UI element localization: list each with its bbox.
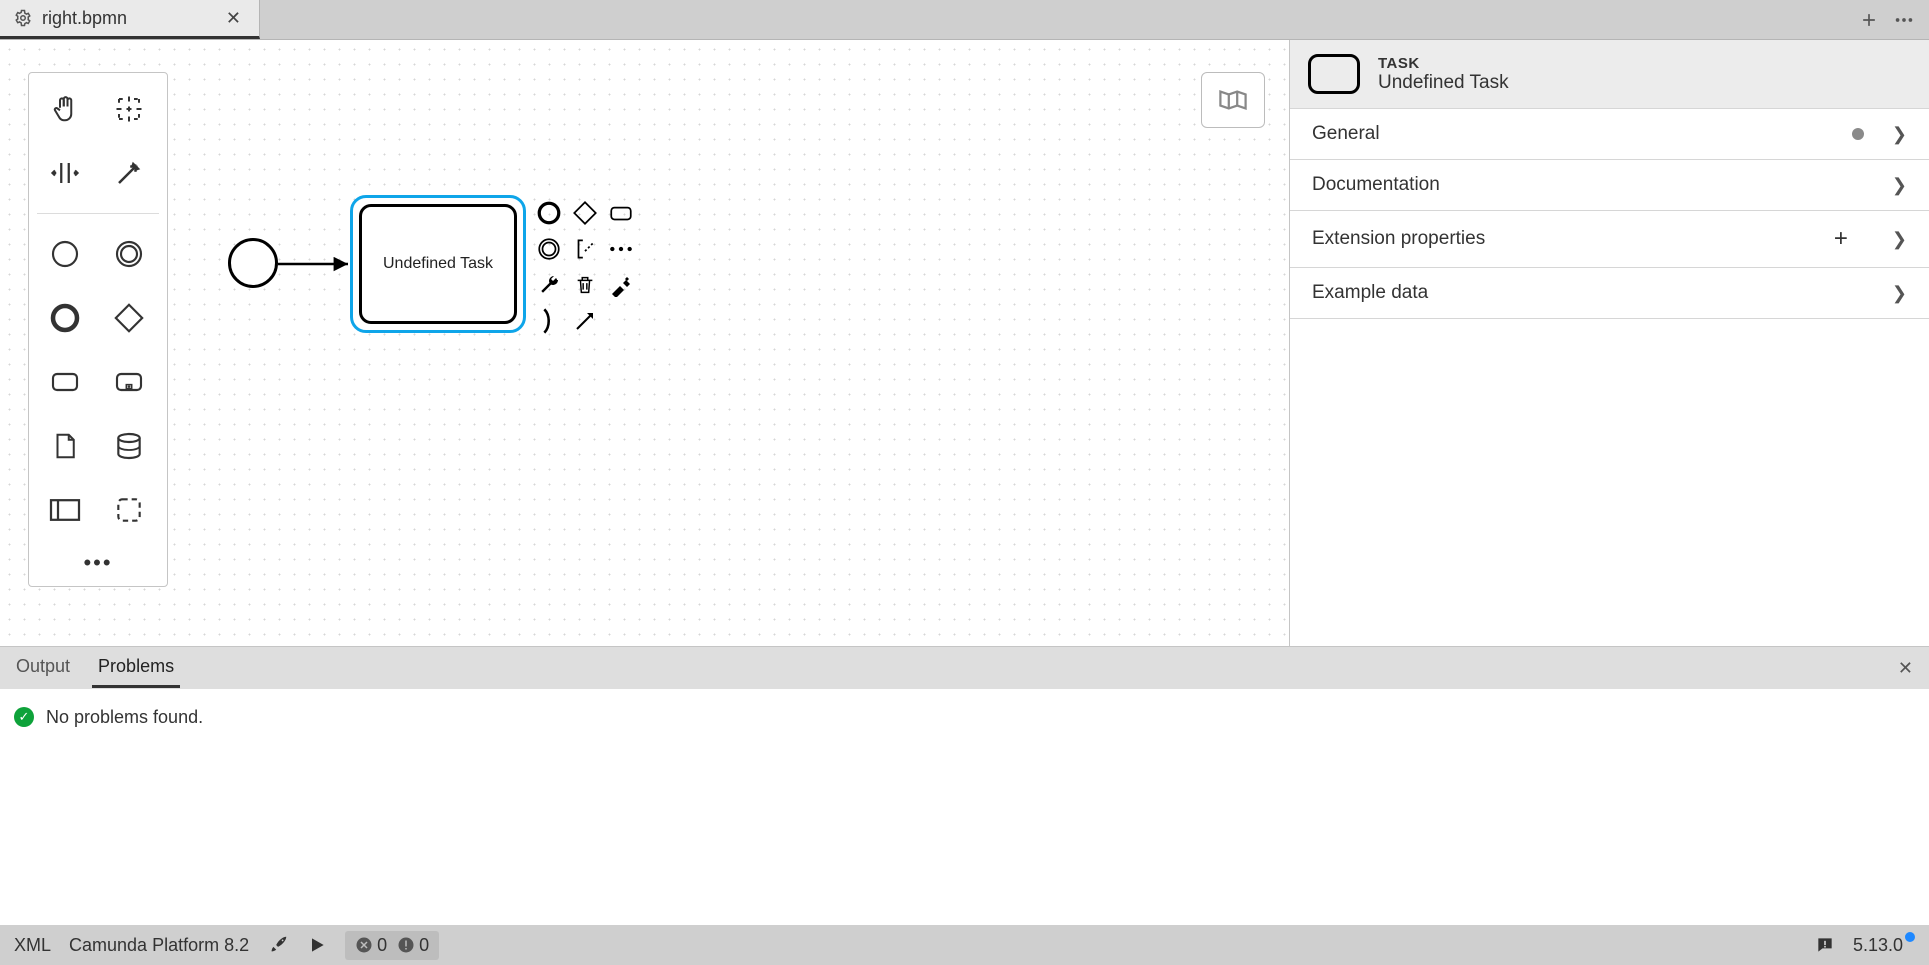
bpmn-task-selected[interactable]: Undefined Task xyxy=(350,195,526,333)
append-intermediate-event[interactable] xyxy=(534,234,564,264)
create-participant[interactable] xyxy=(37,482,93,538)
deploy-rocket-icon[interactable] xyxy=(267,934,289,956)
tab-output[interactable]: Output xyxy=(10,648,76,688)
create-data-store[interactable] xyxy=(101,418,157,474)
new-tab-button[interactable] xyxy=(1859,10,1879,30)
lint-summary[interactable]: 0 0 xyxy=(345,931,439,960)
context-pad xyxy=(534,198,654,336)
tool-palette: ••• xyxy=(28,72,168,587)
problems-list: ✓ No problems found. xyxy=(0,689,1929,925)
append-text-annotation[interactable] xyxy=(570,234,600,264)
context-more-icon[interactable] xyxy=(606,234,636,264)
tab-problems[interactable]: Problems xyxy=(92,648,180,688)
update-available-dot-icon xyxy=(1905,932,1915,942)
warning-count: 0 xyxy=(397,935,429,956)
properties-header: TASK Undefined Task xyxy=(1290,40,1929,109)
chevron-right-icon: ❯ xyxy=(1892,124,1907,145)
create-end-event[interactable] xyxy=(37,290,93,346)
close-tab-button[interactable]: ✕ xyxy=(222,8,245,29)
bottom-tabbar: Output Problems ✕ xyxy=(0,647,1929,689)
feedback-icon[interactable] xyxy=(1815,935,1835,955)
diagram-canvas[interactable]: ••• Undefined Task xyxy=(0,40,1289,646)
create-intermediate-event[interactable] xyxy=(101,226,157,282)
platform-selector[interactable]: Camunda Platform 8.2 xyxy=(69,935,249,956)
create-gateway[interactable] xyxy=(101,290,157,346)
properties-panel: TASK Undefined Task General ❯ Documentat… xyxy=(1289,40,1929,646)
element-name: Undefined Task xyxy=(1378,72,1509,94)
bpmn-start-event[interactable] xyxy=(228,238,278,288)
append-end-event[interactable] xyxy=(534,198,564,228)
close-paren-icon[interactable] xyxy=(534,306,564,336)
chevron-right-icon: ❯ xyxy=(1892,229,1907,250)
create-subprocess[interactable] xyxy=(101,354,157,410)
append-gateway[interactable] xyxy=(570,198,600,228)
tab-title: right.bpmn xyxy=(42,8,127,29)
attach-icon[interactable] xyxy=(606,270,636,300)
canvas-grid xyxy=(0,40,1289,646)
delete-trash-icon[interactable] xyxy=(570,270,600,300)
create-start-event[interactable] xyxy=(37,226,93,282)
create-group[interactable] xyxy=(101,482,157,538)
append-task[interactable] xyxy=(606,198,636,228)
create-task[interactable] xyxy=(37,354,93,410)
problems-message: No problems found. xyxy=(46,707,203,728)
change-type-wrench-icon[interactable] xyxy=(534,270,564,300)
check-icon: ✓ xyxy=(14,707,34,727)
minimap-toggle[interactable] xyxy=(1201,72,1265,128)
task-type-icon xyxy=(1308,54,1360,94)
xml-toggle[interactable]: XML xyxy=(14,935,51,956)
chevron-right-icon: ❯ xyxy=(1892,283,1907,304)
task-label: Undefined Task xyxy=(383,255,493,273)
lasso-tool[interactable] xyxy=(101,81,157,137)
error-count: 0 xyxy=(355,935,387,956)
palette-more[interactable]: ••• xyxy=(37,546,159,578)
version-indicator[interactable]: 5.13.0 xyxy=(1853,935,1915,956)
add-extension-button[interactable]: + xyxy=(1834,225,1848,253)
section-extension-properties[interactable]: Extension properties + ❯ xyxy=(1290,211,1929,268)
section-example-data[interactable]: Example data ❯ xyxy=(1290,268,1929,319)
status-bar: XML Camunda Platform 8.2 0 0 5.13.0 xyxy=(0,925,1929,965)
element-type-label: TASK xyxy=(1378,55,1509,72)
tab-bar: right.bpmn ✕ xyxy=(0,0,1929,40)
more-tab-actions[interactable] xyxy=(1893,9,1915,31)
dirty-indicator-icon xyxy=(1852,128,1864,140)
run-play-icon[interactable] xyxy=(307,935,327,955)
space-tool[interactable] xyxy=(37,145,93,201)
file-tab[interactable]: right.bpmn ✕ xyxy=(0,0,260,39)
connect-arrow-icon[interactable] xyxy=(570,306,600,336)
gear-icon xyxy=(14,9,32,27)
section-general[interactable]: General ❯ xyxy=(1290,109,1929,160)
hand-tool[interactable] xyxy=(37,81,93,137)
close-bottom-panel[interactable]: ✕ xyxy=(1892,658,1919,679)
chevron-right-icon: ❯ xyxy=(1892,175,1907,196)
global-connect-tool[interactable] xyxy=(101,145,157,201)
section-documentation[interactable]: Documentation ❯ xyxy=(1290,160,1929,211)
bottom-panel: Output Problems ✕ ✓ No problems found. xyxy=(0,646,1929,925)
create-data-object[interactable] xyxy=(37,418,93,474)
